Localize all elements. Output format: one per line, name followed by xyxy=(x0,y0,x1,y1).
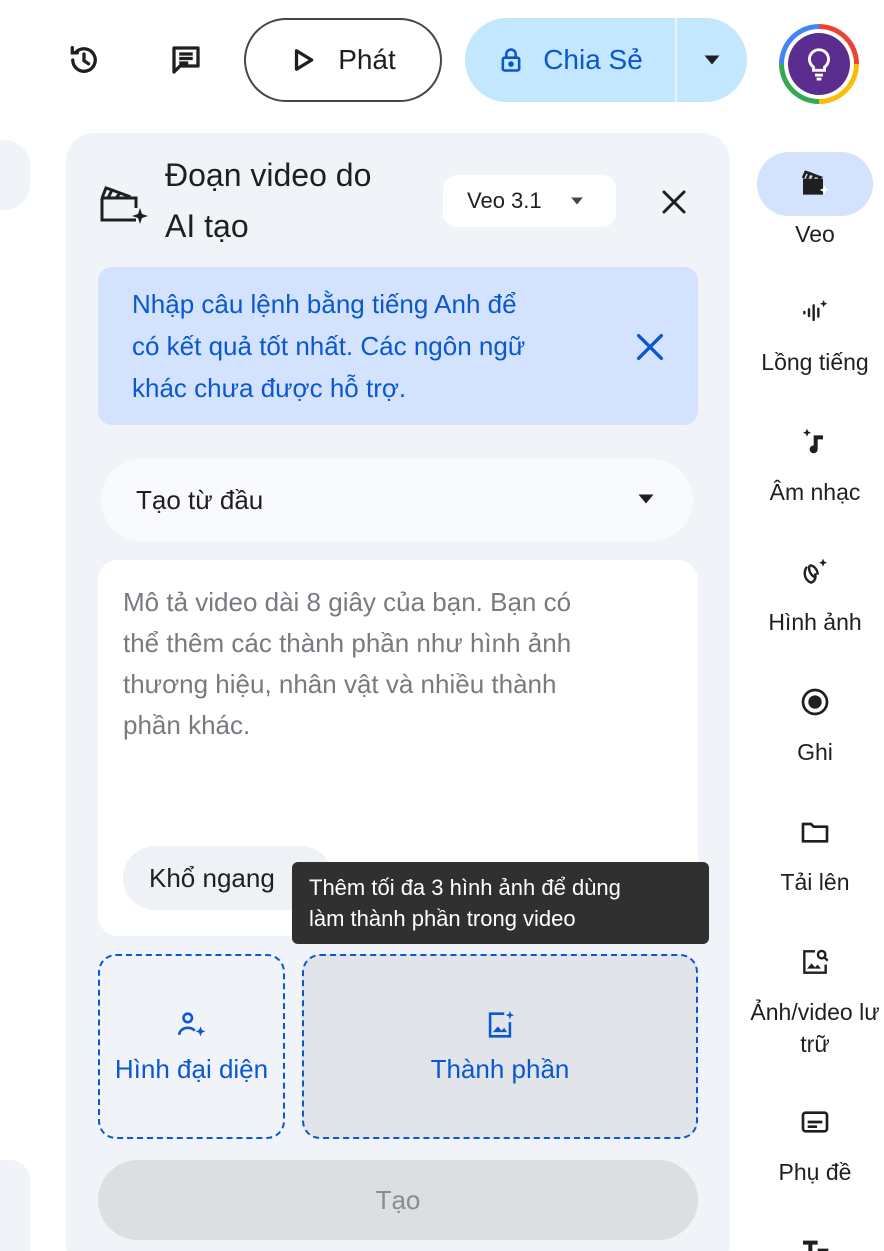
share-button[interactable]: Chia Sẻ xyxy=(465,18,677,102)
avatar-upload-slot[interactable]: Hình đại diện xyxy=(98,954,285,1139)
play-icon xyxy=(295,49,314,71)
canvas-edge-fragment xyxy=(0,1160,30,1251)
lightbulb-icon xyxy=(788,33,850,95)
canvas-edge-fragment xyxy=(0,140,30,210)
share-label: Chia Sẻ xyxy=(543,44,643,75)
caret-down-icon xyxy=(638,494,654,504)
music-note-sparkle-icon xyxy=(803,428,823,454)
mode-value: Tạo từ đầu xyxy=(136,484,264,515)
prompt-placeholder: Mô tả video dài 8 giây của bạn. Bạn có t… xyxy=(123,587,572,740)
history-icon xyxy=(70,46,97,73)
play-label: Phát xyxy=(338,44,396,75)
rail-item-images[interactable]: Hình ảnh xyxy=(740,540,884,638)
generation-mode-dropdown[interactable]: Tạo từ đầu xyxy=(101,459,693,541)
rail-item-stock[interactable]: Ảnh/video lư trữ xyxy=(740,930,884,1060)
app-root: Phát Chia Sẻ Đoạn video do AI tạo Veo 3.… xyxy=(0,0,884,1251)
ai-video-icon xyxy=(100,186,148,224)
add-image-icon xyxy=(488,1010,515,1038)
record-icon xyxy=(801,688,829,716)
avatar-slot-label: Hình đại diện xyxy=(114,1054,269,1084)
caret-down-icon xyxy=(704,55,720,65)
version-history-button[interactable] xyxy=(58,34,110,86)
rail-item-text[interactable] xyxy=(740,1218,884,1251)
rail-item-music[interactable]: Âm nhạc xyxy=(740,410,884,508)
create-button[interactable]: Tạo xyxy=(98,1160,698,1240)
add-person-icon xyxy=(177,1012,205,1037)
info-banner-text: Nhập câu lệnh bằng tiếng Anh để có kết q… xyxy=(132,289,526,403)
captions-icon xyxy=(801,1111,829,1133)
comment-icon xyxy=(172,46,200,74)
voice-wave-icon xyxy=(803,300,828,322)
ingredient-slot-label: Thành phần xyxy=(430,1054,570,1084)
model-dropdown[interactable]: Veo 3.1 xyxy=(443,175,616,227)
lock-icon xyxy=(501,48,521,72)
close-panel-button[interactable] xyxy=(650,178,698,226)
model-value: Veo 3.1 xyxy=(467,188,542,213)
rail-item-voiceover[interactable]: Lồng tiếng xyxy=(740,280,884,378)
ingredient-upload-slot[interactable]: Thành phần xyxy=(302,954,698,1139)
dismiss-banner-button[interactable] xyxy=(628,325,672,369)
rail-item-upload[interactable]: Tải lên xyxy=(740,800,884,898)
rail-item-veo[interactable]: Veo xyxy=(740,152,884,250)
banana-sparkle-icon xyxy=(803,558,827,584)
play-button[interactable]: Phát xyxy=(244,18,442,102)
ingredients-tooltip: Thêm tối đa 3 hình ảnh để dùng làm thành… xyxy=(292,862,709,944)
rail-item-captions[interactable]: Phụ đề xyxy=(740,1090,884,1188)
share-options-button[interactable] xyxy=(677,51,747,69)
text-icon xyxy=(803,1240,829,1251)
rail-item-record[interactable]: Ghi xyxy=(740,670,884,768)
caret-down-icon xyxy=(570,197,583,205)
image-search-icon xyxy=(803,949,829,974)
close-icon xyxy=(662,190,686,214)
folder-icon xyxy=(801,822,829,843)
language-info-banner: Nhập câu lệnh bằng tiếng Anh để có kết q… xyxy=(98,267,698,425)
panel-title: Đoạn video do AI tạo xyxy=(165,157,372,244)
comments-button[interactable] xyxy=(160,34,212,86)
close-icon xyxy=(636,333,664,361)
share-group: Chia Sẻ xyxy=(465,18,747,102)
clapperboard-sparkle-icon xyxy=(801,170,829,195)
account-avatar[interactable] xyxy=(779,24,859,104)
